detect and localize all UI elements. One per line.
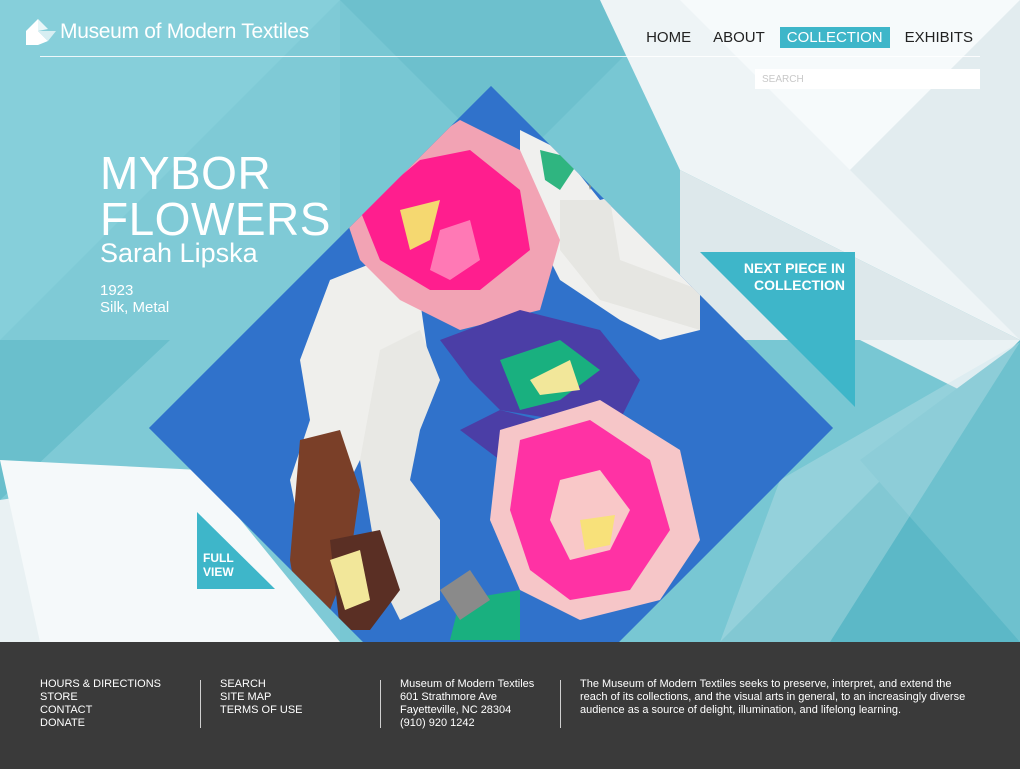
address-street: 601 Strathmore Ave [400, 691, 498, 703]
artwork-title: MYBOR FLOWERS [100, 147, 331, 245]
footer-link-donate[interactable]: DONATE [40, 717, 161, 730]
main-nav: HOME ABOUT COLLECTION EXHIBITS [631, 27, 980, 48]
artwork-artist: Sarah Lipska [100, 238, 258, 268]
full-view-label-line2: VIEW [203, 565, 234, 579]
site-name: Museum of Modern Textiles [60, 20, 309, 43]
footer-links-secondary: SEARCH SITE MAP TERMS OF USE [220, 678, 303, 717]
nav-collection[interactable]: COLLECTION [779, 27, 890, 48]
address-city: Fayetteville, NC 28304 [400, 704, 512, 716]
footer-link-search[interactable]: SEARCH [220, 678, 303, 691]
next-piece-label: NEXT PIECE IN COLLECTION [744, 260, 845, 294]
footer-divider [380, 680, 381, 728]
artwork-meta: 1923 Silk, Metal [100, 282, 169, 316]
address-name: Museum of Modern Textiles [400, 678, 535, 690]
footer: HOURS & DIRECTIONS STORE CONTACT DONATE … [0, 642, 1020, 769]
next-piece-button[interactable]: NEXT PIECE IN COLLECTION [700, 252, 855, 407]
artwork-materials: Silk, Metal [100, 299, 170, 316]
next-piece-label-line2: COLLECTION [754, 277, 845, 293]
textile-artwork[interactable] [0, 0, 1020, 642]
footer-links-primary: HOURS & DIRECTIONS STORE CONTACT DONATE [40, 678, 161, 730]
nav-about[interactable]: ABOUT [706, 27, 772, 48]
footer-link-hours[interactable]: HOURS & DIRECTIONS [40, 678, 161, 691]
footer-address: Museum of Modern Textiles 601 Strathmore… [400, 678, 534, 730]
hero: Museum of Modern Textiles HOME ABOUT COL… [0, 0, 1020, 642]
footer-mission: The Museum of Modern Textiles seeks to p… [580, 678, 980, 717]
logo-icon [26, 19, 56, 45]
nav-home[interactable]: HOME [639, 27, 698, 48]
address-phone: (910) 920 1242 [400, 717, 475, 729]
next-piece-label-line1: NEXT PIECE IN [743, 260, 845, 276]
footer-divider [200, 680, 201, 728]
full-view-label-line1: FULL [203, 551, 234, 565]
header-divider [40, 56, 980, 57]
footer-link-store[interactable]: STORE [40, 691, 161, 704]
full-view-label: FULL VIEW [203, 551, 234, 579]
mission-text: The Museum of Modern Textiles seeks to p… [580, 678, 966, 716]
artwork-year: 1923 [100, 282, 134, 299]
logo[interactable]: Museum of Modern Textiles [26, 17, 309, 47]
full-view-button[interactable]: FULL VIEW [197, 512, 275, 589]
footer-divider [560, 680, 561, 728]
footer-link-sitemap[interactable]: SITE MAP [220, 691, 303, 704]
footer-link-terms[interactable]: TERMS OF USE [220, 704, 303, 717]
footer-link-contact[interactable]: CONTACT [40, 704, 161, 717]
search-input[interactable] [755, 69, 980, 89]
nav-exhibits[interactable]: EXHIBITS [898, 27, 980, 48]
